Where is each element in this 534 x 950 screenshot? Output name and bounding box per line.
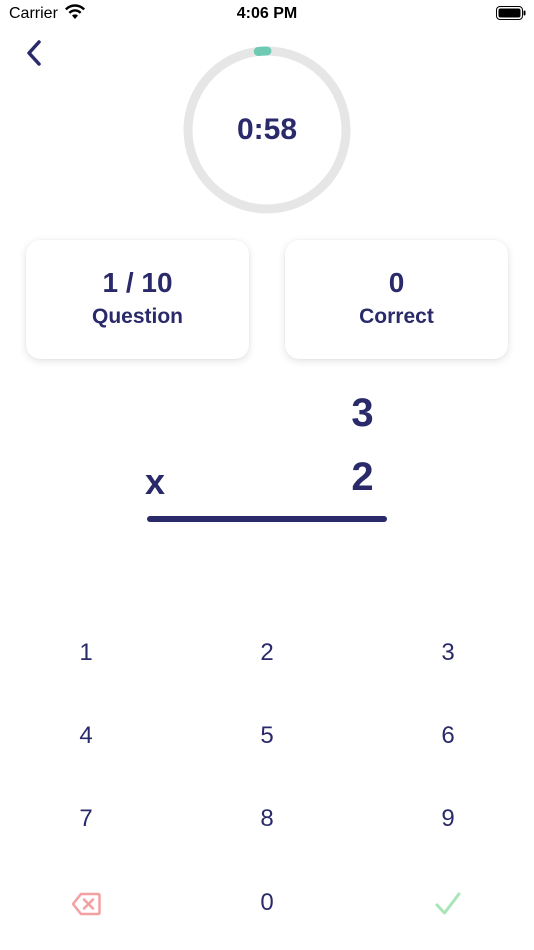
key-7[interactable]: 7 bbox=[26, 784, 146, 854]
answer-line bbox=[147, 516, 387, 522]
question-card: 1 / 10 Question bbox=[26, 240, 249, 359]
operator-sign: x bbox=[145, 461, 166, 502]
key-9[interactable]: 9 bbox=[388, 784, 508, 854]
key-8[interactable]: 8 bbox=[207, 784, 327, 854]
correct-count: 0 bbox=[388, 267, 405, 298]
operand-bottom: 2 bbox=[351, 455, 374, 499]
backspace-icon bbox=[71, 892, 101, 915]
correct-label: Correct bbox=[359, 305, 434, 328]
battery-icon bbox=[496, 6, 526, 20]
operand-top: 3 bbox=[351, 391, 374, 435]
key-1[interactable]: 1 bbox=[26, 618, 146, 688]
status-time: 4:06 PM bbox=[236, 5, 298, 22]
timer-display: 0:58 bbox=[236, 113, 298, 146]
key-3[interactable]: 3 bbox=[388, 618, 508, 688]
key-2[interactable]: 2 bbox=[207, 618, 327, 688]
checkmark-icon bbox=[435, 892, 461, 915]
question-label: Question bbox=[91, 305, 183, 328]
chevron-left-icon bbox=[27, 40, 41, 66]
key-0[interactable]: 0 bbox=[207, 868, 327, 938]
correct-card: 0 Correct bbox=[285, 240, 508, 359]
key-4[interactable]: 4 bbox=[26, 701, 146, 771]
question-count: 1 / 10 bbox=[102, 267, 173, 298]
delete-button[interactable] bbox=[26, 868, 146, 938]
status-bar: Carrier 4:06 PM bbox=[0, 0, 534, 28]
back-button[interactable] bbox=[22, 38, 48, 68]
key-6[interactable]: 6 bbox=[388, 701, 508, 771]
submit-button[interactable] bbox=[388, 868, 508, 938]
key-5[interactable]: 5 bbox=[207, 701, 327, 771]
countdown-timer: 0:58 bbox=[182, 45, 352, 215]
